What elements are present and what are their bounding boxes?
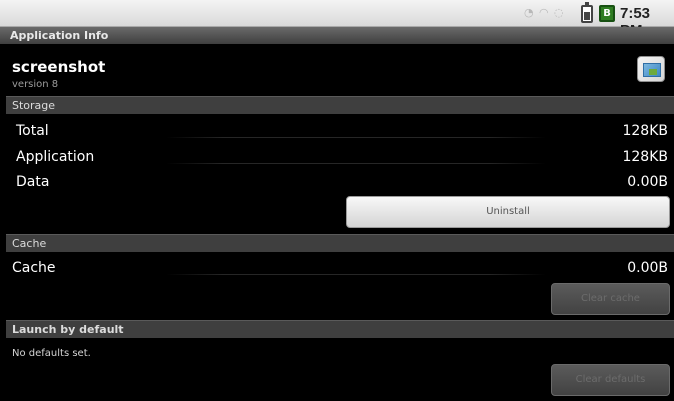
no-defaults-text: No defaults set. <box>12 348 91 359</box>
storage-total-value: 128KB <box>622 123 668 139</box>
storage-section-header: Storage <box>6 96 674 114</box>
app-gallery-icon <box>637 56 665 82</box>
battery-icon <box>581 2 593 23</box>
row-divider <box>166 137 546 138</box>
status-bar: ◔ ◠ ◌ B 7:53 PM <box>0 0 674 39</box>
row-divider <box>166 163 546 164</box>
storage-data-value: 0.00B <box>627 174 668 190</box>
uninstall-button[interactable]: Uninstall <box>346 196 670 228</box>
clear-cache-button[interactable]: Clear cache <box>551 283 670 315</box>
app-version: version 8 <box>12 79 59 90</box>
cache-section-header: Cache <box>6 234 674 252</box>
sync-icon: ◌ <box>554 6 564 19</box>
row-divider <box>166 274 546 275</box>
storage-row-application: Application 128KB <box>6 146 674 170</box>
cache-label: Cache <box>12 260 56 276</box>
clear-defaults-button[interactable]: Clear defaults <box>551 364 670 396</box>
storage-application-value: 128KB <box>622 149 668 165</box>
launch-default-section-header: Launch by default <box>6 320 674 338</box>
blackberry-icon: B <box>599 5 615 22</box>
wifi-icon: ◠ <box>539 6 549 19</box>
storage-data-label: Data <box>16 174 50 190</box>
app-name: screenshot <box>12 58 106 76</box>
window-title: Application Info <box>0 27 674 44</box>
cache-value: 0.00B <box>627 260 668 276</box>
cache-row: Cache 0.00B <box>6 257 674 281</box>
storage-application-label: Application <box>16 149 95 165</box>
storage-row-data: Data 0.00B <box>6 171 674 195</box>
signal-icon: ◔ <box>524 6 534 19</box>
storage-row-total: Total 128KB <box>6 120 674 144</box>
status-icons: ◔ ◠ ◌ <box>524 7 564 19</box>
storage-total-label: Total <box>16 123 49 139</box>
